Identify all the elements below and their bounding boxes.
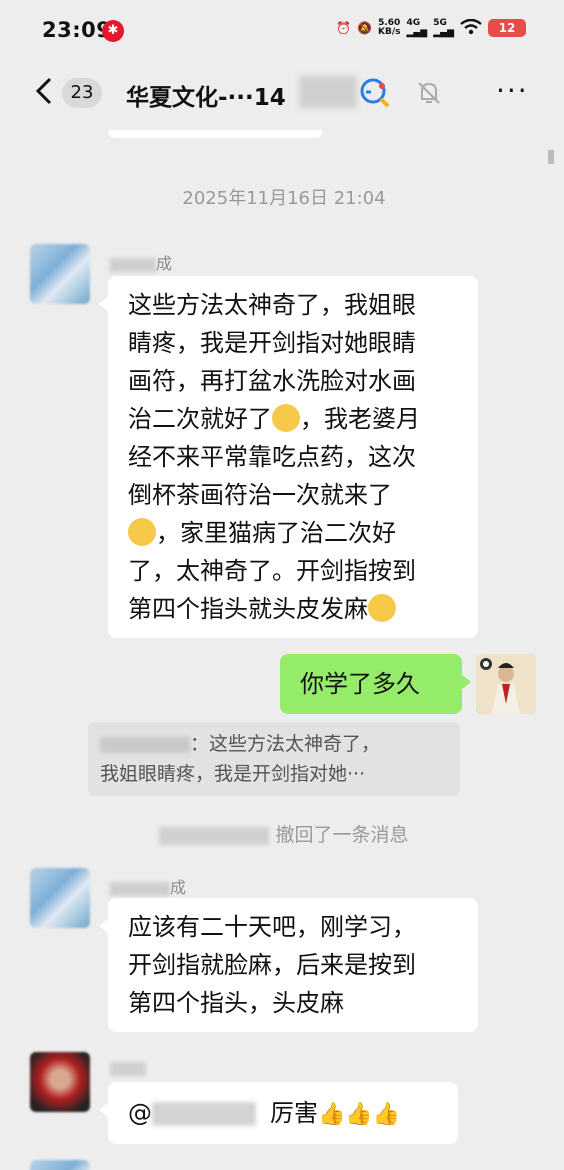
sender-name: 成 [110, 874, 186, 898]
back-button[interactable] [34, 76, 54, 112]
chevron-left-icon [35, 77, 52, 105]
chat-title[interactable]: 华夏文化-···14 [126, 78, 286, 112]
my-message-bubble[interactable]: 你学了多久 [280, 654, 471, 714]
alarm-icon: ⏰ [336, 21, 352, 35]
thumbs-up-icon: 👍 [372, 1102, 401, 1127]
avatar[interactable] [30, 244, 90, 304]
unread-count-badge[interactable]: 23 [62, 78, 102, 108]
message-line: 画符，再打盆水洗脸对水画 [128, 367, 416, 395]
thumbs-up-icon: 👍 [345, 1102, 373, 1127]
message-line: 第四个指头，头皮麻 [128, 989, 344, 1017]
message-line: 第四个指头就头皮发麻 [128, 590, 458, 628]
redacted-title-part [299, 76, 357, 108]
message-bubble[interactable]: @ 厉害👍👍👍 [99, 1082, 458, 1144]
message-bubble[interactable]: 这些方法太神奇了，我姐眼 睛疼，我是开剑指对她眼睛 画符，再打盆水洗脸对水画 治… [99, 276, 478, 638]
laugh-cry-emoji-icon [368, 594, 396, 622]
avatar[interactable] [30, 868, 90, 928]
message-line: 睛疼，我是开剑指对她眼睛 [128, 329, 416, 357]
chat-search-icon[interactable] [358, 76, 392, 110]
message-line: 了，太神奇了。开剑指按到 [128, 557, 416, 585]
smile-emoji-icon [128, 518, 156, 546]
mute-notification-icon[interactable] [416, 80, 442, 106]
avatar[interactable] [30, 1160, 90, 1170]
redacted-name [159, 826, 270, 845]
scrollbar[interactable] [548, 150, 554, 164]
message-line: 经不来平常靠吃点药，这次 [128, 443, 416, 471]
redacted-name [100, 736, 190, 753]
more-options-button[interactable]: ··· [496, 74, 529, 107]
previous-message-bubble[interactable] [108, 130, 322, 138]
status-time: 23:09 [42, 18, 112, 42]
grin-emoji-icon [272, 404, 300, 432]
signal-5g: 5G ▂▄▆ [433, 18, 454, 38]
message-line: ，家里猫病了治二次好 [128, 514, 458, 552]
sender-name: 成 [110, 250, 172, 274]
battery-indicator: 12 [488, 19, 526, 37]
message-timestamp: 2025年11月16日 21:04 [182, 188, 386, 209]
my-avatar[interactable] [476, 654, 536, 714]
message-line: 这些方法太神奇了，我姐眼 [128, 291, 416, 319]
sender-name [110, 1058, 146, 1077]
status-icons: ⏰ 🔕 5.60 KB/s 4G ▂▄▆ 5G ▂▄▆ 12 [336, 18, 526, 38]
message-line: 倒杯茶画符治一次就来了 [128, 481, 392, 509]
status-bar: 23:09 ✱ ⏰ 🔕 5.60 KB/s 4G ▂▄▆ 5G ▂▄▆ 12 [0, 0, 564, 62]
chat-header: 23 华夏文化-···14 ··· [14, 62, 554, 130]
redacted-mention [152, 1102, 256, 1126]
signal-4g: 4G ▂▄▆ [406, 18, 428, 38]
mute-icon: 🔕 [357, 21, 372, 35]
avatar[interactable] [30, 1052, 90, 1112]
message-line: 应该有二十天吧，刚学习， [128, 913, 416, 941]
wifi-icon [460, 18, 482, 38]
message-line: 治二次就好了 ，我老婆月 [128, 404, 420, 433]
chat-area[interactable]: 2025年11月16日 21:04 成 这些方法太神奇了，我姐眼 睛疼，我是开剑… [14, 130, 554, 1170]
weibo-icon: ✱ [102, 20, 124, 42]
net-speed: 5.60 KB/s [377, 18, 401, 37]
message-line: 开剑指就脸麻，后来是按到 [128, 951, 416, 979]
message-bubble[interactable]: 应该有二十天吧，刚学习， 开剑指就脸麻，后来是按到 第四个指头，头皮麻 [99, 898, 478, 1032]
thumbs-up-icon: 👍 [318, 1102, 346, 1127]
recall-notice: 撤回了一条消息 [14, 820, 554, 847]
quoted-message[interactable]: ：这些方法太神奇了， 我姐眼睛疼，我是开剑指对她··· [88, 722, 460, 796]
